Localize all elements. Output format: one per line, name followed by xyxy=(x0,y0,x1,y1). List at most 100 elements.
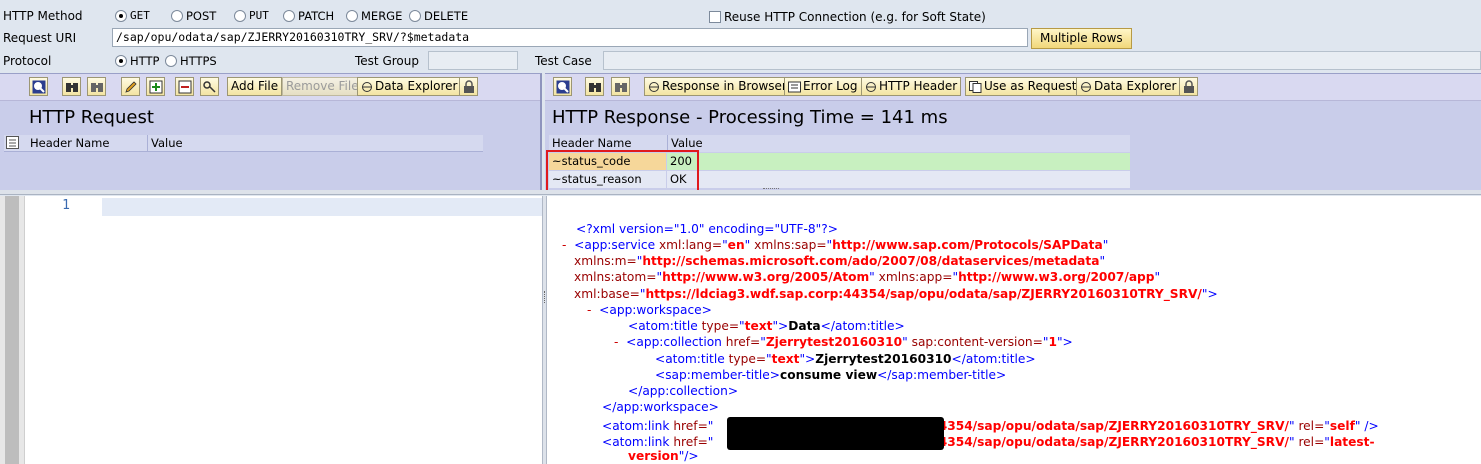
xml-service-line: - <app:service xml:lang="en" xmlns:sap="… xyxy=(562,238,1109,252)
use-as-request-label: Use as Request xyxy=(984,79,1077,93)
add-file-button[interactable]: Add File xyxy=(227,77,283,96)
status-code-value[interactable]: 200 xyxy=(667,153,1130,170)
test-group-input[interactable] xyxy=(428,51,518,70)
request-find-next-button[interactable] xyxy=(87,77,106,96)
splitter-grip xyxy=(544,291,545,303)
delete-row-icon xyxy=(178,80,191,93)
method-post-label: POST xyxy=(186,9,217,23)
xmlns-sap-attr: xmlns:sap= xyxy=(754,238,827,252)
xmlns-m-val: http://schemas.microsoft.com/ado/2007/08… xyxy=(642,254,1100,268)
radio-icon xyxy=(346,10,358,22)
request-uri-input[interactable]: /sap/opu/odata/sap/ZJERRY20160310TRY_SRV… xyxy=(112,28,1028,47)
error-log-button[interactable]: Error Log xyxy=(784,77,862,96)
request-title: HTTP Request xyxy=(29,107,154,128)
method-patch-label: PATCH xyxy=(298,9,335,23)
line-number: 1 xyxy=(62,198,70,213)
xml-member-title-open: <sap:member-title> xyxy=(655,368,781,382)
request-delete-row-button[interactable] xyxy=(175,77,194,96)
xmlns-sap-val: http://www.sap.com/Protocols/SAPData xyxy=(832,238,1103,252)
horizontal-splitter[interactable] xyxy=(0,190,1481,195)
http-header-label: HTTP Header xyxy=(879,79,958,93)
response-in-browser-button[interactable]: Response in Browser xyxy=(644,77,791,96)
test-case-label: Test Case xyxy=(535,54,592,68)
xml-xmlns-m-line: xmlns:m="http://schemas.microsoft.com/ad… xyxy=(574,254,1106,268)
add-row-icon xyxy=(149,80,162,93)
error-log-label: Error Log xyxy=(803,79,858,93)
response-find-button[interactable] xyxy=(585,77,604,96)
method-merge-radio[interactable]: MERGE xyxy=(346,9,402,23)
explorer-icon xyxy=(362,81,372,92)
key-icon xyxy=(202,80,216,93)
xml-xmlns-atom-line: xmlns:atom="http://www.w3.org/2005/Atom"… xyxy=(574,270,1161,284)
http-method-label: HTTP Method xyxy=(3,9,83,23)
request-col-value[interactable]: Value xyxy=(147,135,183,152)
protocol-https-radio[interactable]: HTTPS xyxy=(165,54,217,68)
request-data-explorer-button[interactable]: Data Explorer xyxy=(357,77,462,96)
binoculars-icon xyxy=(65,82,78,92)
xml-collection-line: - <app:collection href="Zjerrytest201603… xyxy=(614,335,1073,349)
reuse-connection-checkbox[interactable]: Reuse HTTP Connection (e.g. for Soft Sta… xyxy=(709,9,986,25)
remove-file-button[interactable]: Remove File xyxy=(282,77,363,96)
table-settings-icon[interactable] xyxy=(6,136,20,150)
xml-member-title-text: consume view xyxy=(780,368,878,382)
method-post-radio[interactable]: POST xyxy=(171,9,216,23)
response-zoom-button[interactable] xyxy=(553,77,572,96)
response-xml-viewer[interactable]: <?xml version="1.0" encoding="UTF-8"?> -… xyxy=(547,196,1481,464)
xml-atom-title-open: <atom:title xyxy=(628,319,698,333)
binoculars-next-icon xyxy=(614,82,627,92)
binoculars-icon xyxy=(588,82,601,92)
editor-marker-bar xyxy=(5,196,19,464)
collapse-workspace-icon[interactable]: - xyxy=(587,303,591,317)
protocol-label: Protocol xyxy=(3,54,52,68)
response-toolbar: Response in Browser Error Log HTTP Heade… xyxy=(545,74,1481,101)
request-col-header-name[interactable]: Header Name xyxy=(30,135,109,151)
xml-rel-attr: rel= xyxy=(1298,419,1325,433)
xml-link-latest-line: <atom:link href=":44354/sap/opu/odata/sa… xyxy=(602,435,1375,449)
method-get-label: GET xyxy=(130,9,150,22)
http-header-button[interactable]: HTTP Header xyxy=(861,77,962,96)
protocol-http-radio[interactable]: HTTP xyxy=(115,54,159,68)
method-patch-radio[interactable]: PATCH xyxy=(283,9,334,23)
request-edit-button[interactable] xyxy=(121,77,140,96)
request-editor[interactable]: 1 xyxy=(0,196,542,464)
xml-rel-attr-2: rel= xyxy=(1298,435,1325,449)
xml-member-title-line: <sap:member-title>consume view</sap:memb… xyxy=(655,367,1006,383)
request-data-explorer-label: Data Explorer xyxy=(375,79,458,93)
status-reason-value[interactable]: OK xyxy=(667,171,1130,188)
radio-icon xyxy=(409,10,421,22)
xml-data-text: Data xyxy=(788,319,821,333)
xml-lang-attr: xml:lang= xyxy=(658,238,723,252)
request-zoom-button[interactable] xyxy=(29,77,48,96)
request-find-button[interactable] xyxy=(62,77,81,96)
xml-workspace-open: <app:workspace> xyxy=(599,303,712,317)
xml-collection-type-attr: type= xyxy=(728,352,767,366)
response-panel: Response in Browser Error Log HTTP Heade… xyxy=(545,73,1481,192)
collapse-service-icon[interactable]: - xyxy=(562,238,566,252)
header-icon xyxy=(866,81,876,92)
lock-icon xyxy=(463,79,474,93)
use-as-request-button[interactable]: Use as Request xyxy=(965,77,1081,96)
radio-icon xyxy=(283,10,295,22)
request-key-button[interactable] xyxy=(200,77,219,96)
response-data-explorer-button[interactable]: Data Explorer xyxy=(1076,77,1181,96)
request-toolbar: Add File Remove File Data Explorer xyxy=(0,74,540,101)
response-col-header-name[interactable]: Header Name xyxy=(552,135,631,151)
request-settings-button[interactable] xyxy=(459,77,478,96)
multiple-rows-button[interactable]: Multiple Rows xyxy=(1031,28,1132,49)
response-in-browser-label: Response in Browser xyxy=(662,79,787,93)
checkbox-icon xyxy=(709,11,721,23)
xml-member-title-close: </sap:member-title> xyxy=(877,368,1007,382)
test-case-input[interactable] xyxy=(603,51,1481,70)
collapse-collection-icon[interactable]: - xyxy=(614,335,618,349)
method-delete-radio[interactable]: DELETE xyxy=(409,9,468,23)
response-find-next-button[interactable] xyxy=(611,77,630,96)
xmlns-app-val: http://www.w3.org/2007/app xyxy=(958,270,1155,284)
protocol-http-label: HTTP xyxy=(130,54,160,68)
method-get-radio[interactable]: GET xyxy=(115,9,150,22)
response-settings-button[interactable] xyxy=(1179,77,1198,96)
xml-atom-title-close: </atom:title> xyxy=(820,319,905,333)
method-merge-label: MERGE xyxy=(361,9,403,23)
request-add-row-button[interactable] xyxy=(146,77,165,96)
xml-link-latest-line-2: version"/> xyxy=(628,449,699,463)
method-put-radio[interactable]: PUT xyxy=(234,9,269,22)
